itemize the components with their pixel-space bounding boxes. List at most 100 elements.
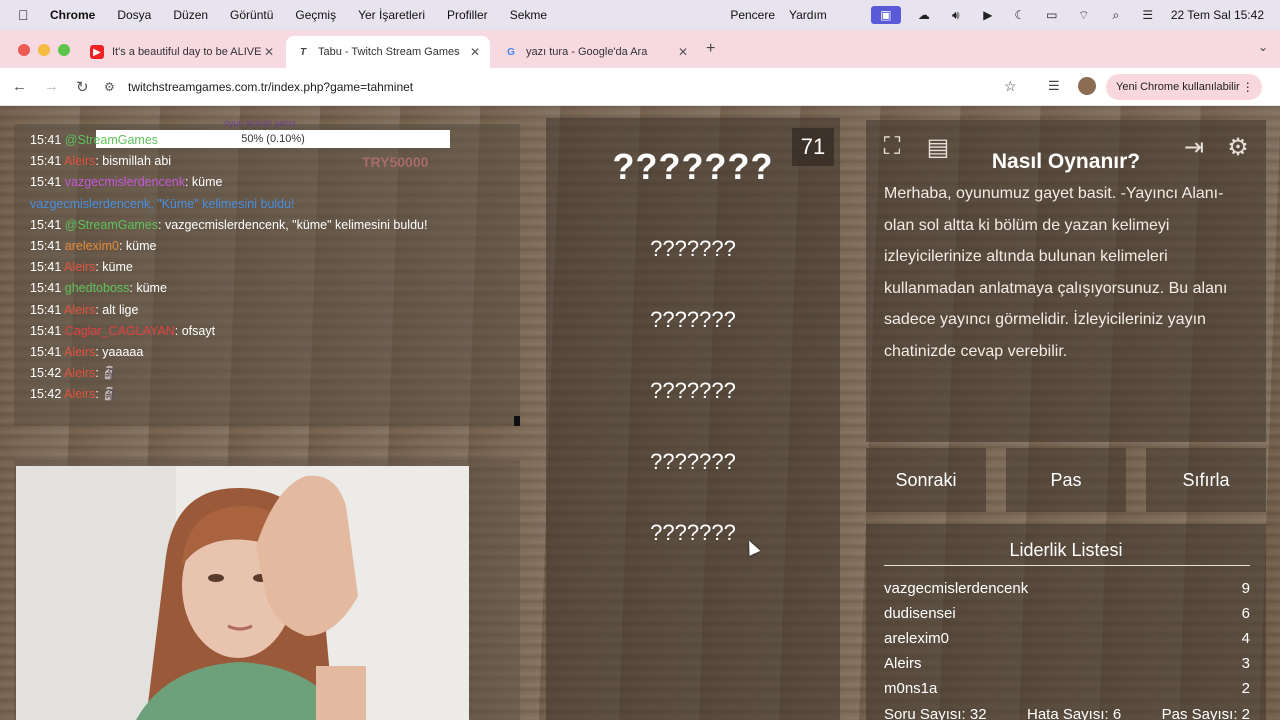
chat-message: vazgecmislerdencenk, "Küme" kelimesini b… (30, 197, 295, 211)
twitch-games-icon: T (299, 46, 307, 58)
battery-icon[interactable]: ▭ (1043, 8, 1061, 22)
chat-username: vazgecmislerdencenk, "Küme" kelimesini b… (30, 196, 295, 211)
tab-tabu[interactable]: T Tabu - Twitch Stream Games ✕ (286, 36, 490, 68)
close-window-button[interactable] (18, 44, 30, 56)
chat-message: 15:41 Caglar_CAGLAYAN: ofsayt (30, 324, 215, 338)
chat-text: : vazgecmislerdencenk, "küme" kelimesini… (158, 217, 428, 232)
youtube-icon: ▶ (90, 45, 104, 59)
fullscreen-icon[interactable]: ⛶ (874, 130, 910, 164)
chat-timestamp: 15:41 (30, 281, 62, 296)
taboo-word-4: ??????? (650, 449, 736, 474)
chat-text: : 🗿 (95, 366, 118, 381)
menu-file[interactable]: Dosya (117, 8, 151, 22)
menu-window[interactable]: Pencere (730, 8, 775, 22)
chat-scroll-thumb[interactable] (514, 416, 520, 426)
chat-message: 15:42 Aleirs: 🗿 (30, 366, 118, 381)
zoom-window-button[interactable] (58, 44, 70, 56)
webcam-feed (16, 466, 469, 720)
control-center-icon[interactable]: ☰ (1139, 8, 1157, 22)
pass-count: Pas Sayısı: 2 (1161, 706, 1250, 720)
search-icon[interactable]: ⌕ (1107, 8, 1125, 22)
chat-timestamp: 15:41 (30, 175, 62, 190)
chat-text: : küme (95, 260, 133, 275)
chat-message: 15:41 @StreamGames: vazgecmislerdencenk,… (30, 218, 427, 232)
menu-bookmarks[interactable]: Yer İşaretleri (358, 8, 425, 22)
chat-text: : 🗿 (95, 387, 118, 402)
menu-help[interactable]: Yardım (789, 8, 827, 22)
minimize-window-button[interactable] (38, 44, 50, 56)
leaderboard-row: vazgecmislerdencenk 9 (884, 580, 1250, 597)
chat-username: Aleirs (64, 345, 96, 359)
site-info-icon[interactable]: ⚙ (104, 80, 128, 94)
chat-username: Aleirs (64, 366, 96, 381)
player-name: Aleirs (884, 655, 922, 672)
chat-text: : küme (184, 175, 223, 190)
chat-username: Aleirs (64, 387, 96, 402)
word-card: 71 ??????? ??????? ??????? ??????? ?????… (546, 118, 840, 720)
menu-view[interactable]: Görüntü (230, 8, 273, 22)
chat-text: : küme (118, 239, 157, 253)
chat-timestamp: 15:41 (30, 133, 62, 147)
avatar[interactable] (1078, 77, 1096, 95)
forward-arrow-icon[interactable]: → (44, 78, 59, 95)
tab-title: Tabu - Twitch Stream Games (318, 46, 460, 58)
pass-button[interactable]: Pas (1006, 448, 1126, 512)
chat-message: 15:41 @StreamGames (30, 133, 158, 147)
tab-google[interactable]: G yazı tura - Google'da Ara ✕ (494, 36, 698, 68)
chat-text: : bismillah abi (95, 154, 172, 169)
chrome-update-button[interactable]: Yeni Chrome kullanılabilir ⋮ (1106, 74, 1262, 100)
reset-button[interactable]: Sıfırla (1146, 448, 1266, 512)
bookmark-star-icon[interactable]: ☆ (1004, 78, 1017, 95)
close-icon[interactable]: ✕ (264, 45, 274, 59)
document-icon[interactable]: ▤ (920, 130, 956, 164)
tab-title: yazı tura - Google'da Ara (526, 46, 648, 58)
menu-app-chrome[interactable]: Chrome (50, 8, 95, 22)
new-tab-button[interactable]: + (706, 40, 715, 58)
player-score: 2 (1241, 680, 1250, 697)
chat-timestamp: 15:41 (30, 323, 62, 338)
next-button[interactable]: Sonraki (866, 448, 986, 512)
wifi-icon[interactable]: ⌔ (1075, 8, 1093, 22)
update-label: Yeni Chrome kullanılabilir (1116, 81, 1240, 93)
volume-icon[interactable]: 🔊︎ (947, 8, 965, 22)
chat-timestamp: 15:42 (30, 366, 62, 381)
chat-username: Caglar_CAGLAYAN (64, 323, 175, 338)
tab-youtube[interactable]: ▶ It's a beautiful day to be ALIVE ✕ (80, 36, 284, 68)
menu-clock[interactable]: 22 Tem Sal 15:42 (1171, 8, 1264, 22)
webcam-person-image (16, 466, 469, 720)
player-score: 3 (1241, 655, 1250, 672)
chat-username: ghedtoboss (64, 281, 130, 296)
play-icon[interactable]: ▶ (979, 8, 997, 22)
screen-share-icon[interactable]: ▣ (870, 6, 901, 24)
chat-timestamp: 15:41 (30, 302, 62, 317)
chevron-down-icon[interactable]: ⌄ (1258, 40, 1268, 54)
gear-icon[interactable]: ⚙ (1220, 130, 1256, 164)
reload-icon[interactable]: ↻ (76, 78, 89, 96)
how-to-play-panel: ⛶ ▤ Nasıl Oynanır? ⇥ ⚙ Merhaba, oyunumuz… (866, 120, 1266, 442)
main-word: ??????? (612, 146, 774, 187)
more-menu-icon[interactable]: ⋮ (1242, 80, 1254, 94)
chat-timestamp: 15:41 (30, 154, 62, 169)
menu-profiles[interactable]: Profiller (447, 8, 488, 22)
close-icon[interactable]: ✕ (678, 45, 688, 59)
close-icon[interactable]: ✕ (470, 45, 480, 59)
taboo-word-2: ??????? (650, 307, 736, 332)
url-text[interactable]: twitchstreamgames.com.tr/index.php?game=… (128, 80, 413, 94)
cloud-icon[interactable]: ☁ (915, 8, 933, 22)
address-bar[interactable]: ⚙ twitchstreamgames.com.tr/index.php?gam… (104, 73, 1034, 101)
player-score: 4 (1241, 630, 1250, 647)
media-controls-icon[interactable]: ☰ (1048, 78, 1060, 94)
moon-icon[interactable]: ☾ (1011, 8, 1029, 22)
chat-username: Aleirs (64, 302, 96, 317)
menu-history[interactable]: Geçmiş (295, 8, 336, 22)
chat-overlay-caption: oyun açılıştı yanız (224, 118, 297, 128)
chat-timestamp: 15:41 (30, 345, 62, 359)
google-icon: G (507, 46, 515, 58)
menu-tab[interactable]: Sekme (510, 8, 547, 22)
back-arrow-icon[interactable]: ← (12, 78, 27, 95)
menu-edit[interactable]: Düzen (173, 8, 208, 22)
exit-icon[interactable]: ⇥ (1176, 130, 1212, 164)
chat-message: 15:41 ghedtoboss: küme (30, 281, 167, 295)
player-name: arelexim0 (884, 630, 950, 647)
apple-icon[interactable]:  (18, 7, 38, 23)
